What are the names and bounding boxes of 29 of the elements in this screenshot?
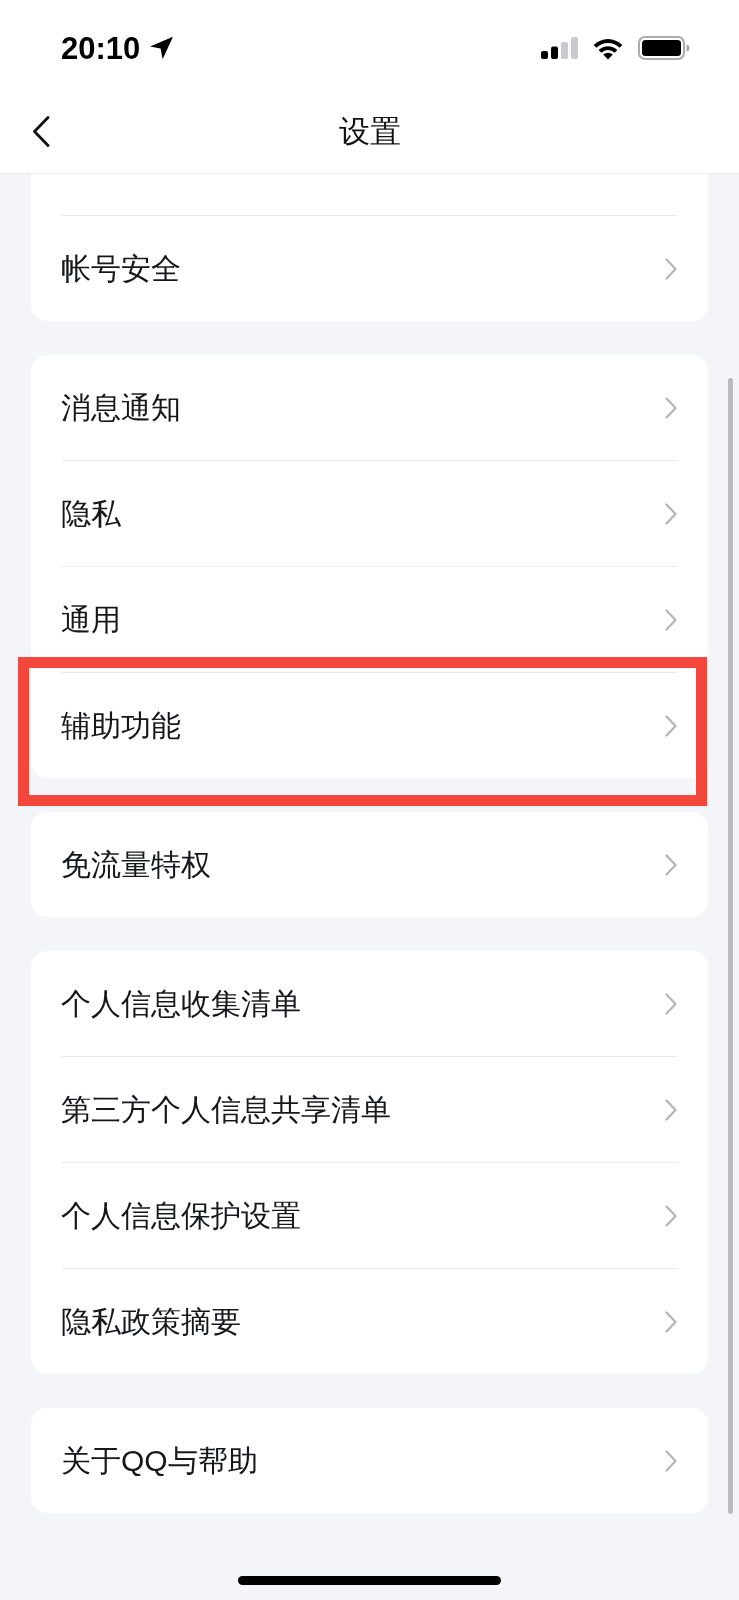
settings-item[interactable]: 隐私	[31, 461, 708, 566]
settings-item[interactable]: 隐私政策摘要	[31, 1269, 708, 1374]
wifi-icon	[592, 36, 624, 60]
settings-item[interactable]: 免流量特权	[31, 812, 708, 917]
chevron-left-icon	[32, 115, 50, 147]
chevron-right-icon	[665, 853, 677, 876]
chevron-right-icon	[665, 396, 677, 419]
signal-icon	[541, 37, 578, 59]
settings-item[interactable]: 第三方个人信息共享清单	[31, 1057, 708, 1162]
chevron-right-icon	[665, 1098, 677, 1121]
page-title: 设置	[338, 115, 401, 147]
chevron-right-icon	[665, 714, 677, 737]
chevron-right-icon	[665, 257, 677, 280]
settings-item[interactable]: 通用	[31, 567, 708, 672]
settings-item[interactable]: 关于QQ与帮助	[31, 1408, 708, 1513]
settings-item[interactable]: 消息通知	[31, 355, 708, 460]
location-arrow-icon	[149, 36, 175, 60]
chevron-right-icon	[665, 992, 677, 1015]
status-time: 20:10	[61, 32, 141, 64]
chevron-right-icon	[665, 1449, 677, 1472]
chevron-right-icon	[665, 1204, 677, 1227]
chevron-right-icon	[665, 608, 677, 631]
battery-icon	[638, 36, 690, 60]
settings-item[interactable]: 个人信息收集清单	[31, 951, 708, 1056]
settings-item[interactable]: 个人信息保护设置	[31, 1163, 708, 1268]
chevron-right-icon	[665, 1310, 677, 1333]
settings-item[interactable]: 辅助功能	[31, 673, 708, 778]
settings-item[interactable]: 帐号安全	[31, 216, 708, 321]
chevron-right-icon	[665, 502, 677, 525]
